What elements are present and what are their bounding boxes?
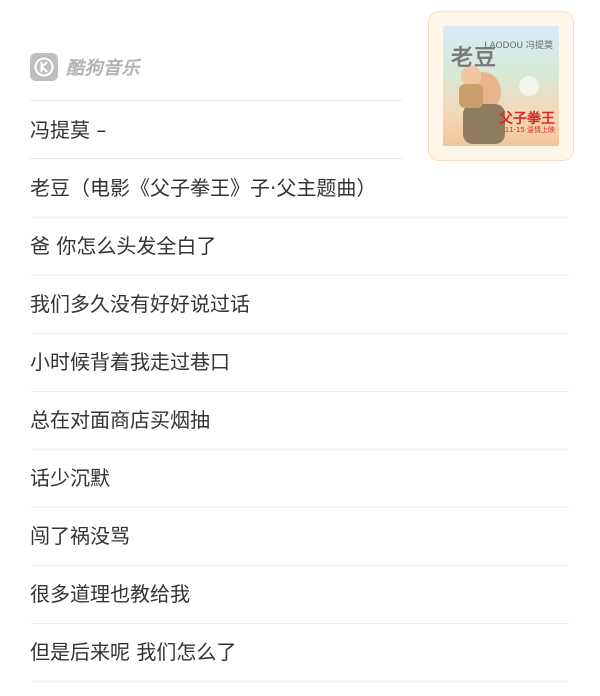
lyric-divider [30, 681, 570, 682]
lyric-line: 总在对面商店买烟抽 [30, 392, 570, 450]
cover-art-caption: 11·15 温情上映 [504, 126, 555, 134]
brand: 酷狗音乐 [30, 52, 140, 82]
lyric-line: 小时候背着我走过巷口 [30, 334, 570, 392]
lyric-text: 很多道理也教给我 [30, 582, 190, 606]
artist-line: 冯提莫 – [30, 118, 107, 142]
artist-divider [30, 158, 402, 159]
cover-art-title: 父子拳王 [499, 111, 555, 127]
header-divider [30, 100, 402, 101]
lyric-text: 爸 你怎么头发全白了 [30, 234, 217, 258]
header: 酷狗音乐 冯提莫 – 老豆 LAODOU 冯提莫 父子拳王 11·15 温情上映 [0, 0, 600, 160]
lyric-line: 老豆（电影《父子拳王》子·父主题曲） [30, 160, 570, 218]
cover-art-text: 父子拳王 11·15 温情上映 [497, 112, 555, 140]
lyric-line: 很多道理也教给我 [30, 566, 570, 624]
lyric-text: 总在对面商店买烟抽 [30, 408, 210, 432]
lyric-text: 话少沉默 [30, 466, 110, 490]
album-cover-image: 老豆 LAODOU 冯提莫 父子拳王 11·15 温情上映 [443, 26, 559, 146]
lyric-line: 闯了祸没骂 [30, 508, 570, 566]
lyric-line: 我们多久没有好好说过话 [30, 276, 570, 334]
lyric-text: 小时候背着我走过巷口 [30, 350, 230, 374]
lyric-line: 话少沉默 [30, 450, 570, 508]
lyric-text: 闯了祸没骂 [30, 524, 130, 548]
lyric-line: 爸 你怎么头发全白了 [30, 218, 570, 276]
lyric-text: 我们多久没有好好说过话 [30, 292, 250, 316]
lyric-text: 但是后来呢 我们怎么了 [30, 640, 237, 664]
kugou-logo-icon [30, 53, 58, 81]
cover-subtitle: LAODOU 冯提莫 [484, 41, 553, 51]
brand-name: 酷狗音乐 [66, 58, 140, 79]
lyric-text: 老豆（电影《父子拳王》子·父主题曲） [30, 176, 377, 200]
lyric-line: 但是后来呢 我们怎么了 [30, 624, 570, 682]
album-cover[interactable]: 老豆 LAODOU 冯提莫 父子拳王 11·15 温情上映 [433, 16, 569, 156]
